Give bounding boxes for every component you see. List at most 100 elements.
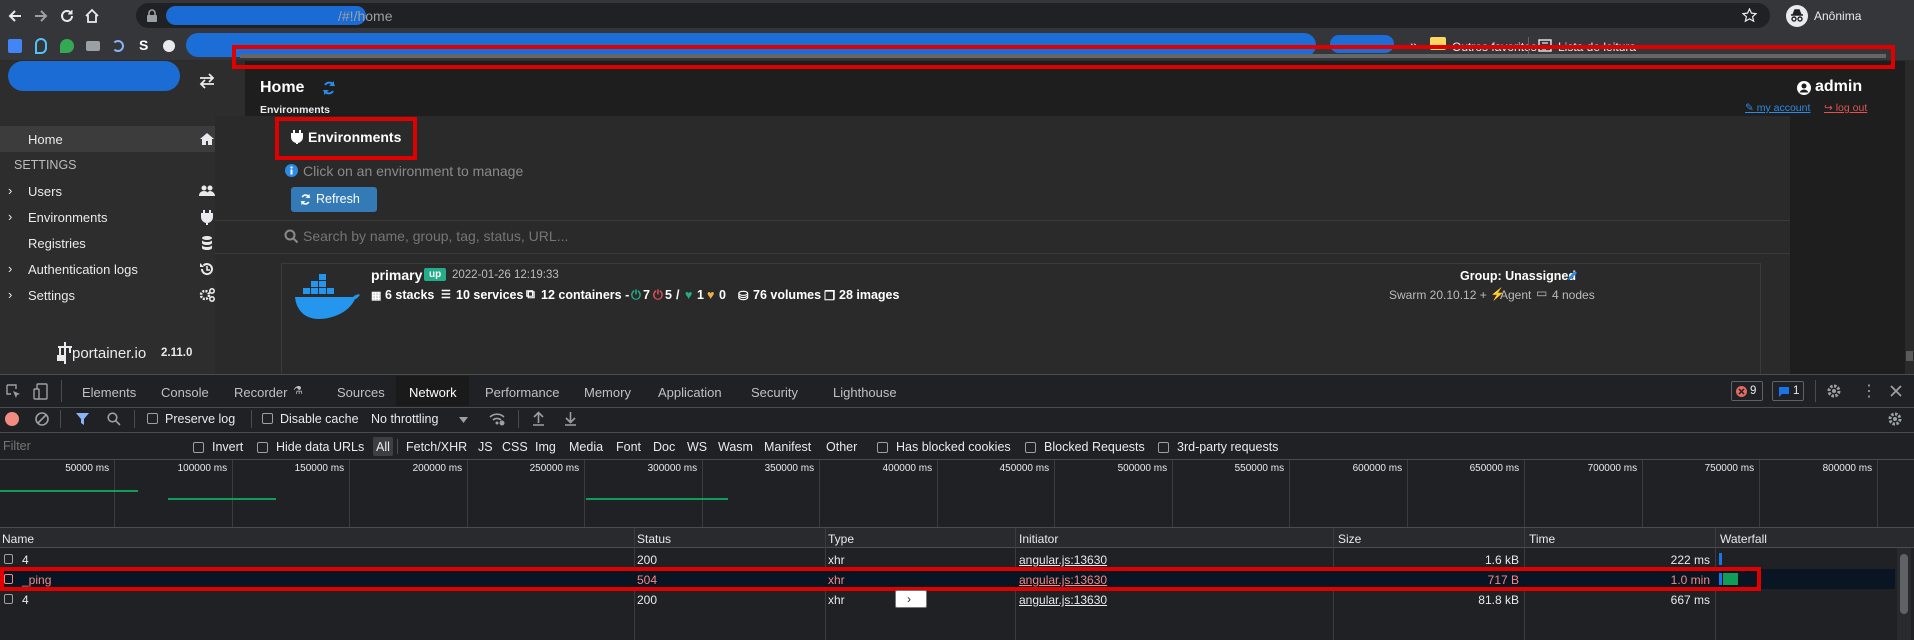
table-row[interactable]: 4 200 xhr › angular.js:13630 81.8 kB 667… — [0, 589, 1895, 609]
chevron-right-icon: › — [8, 183, 13, 198]
divider — [61, 380, 62, 402]
tab-sources[interactable]: Sources — [337, 385, 385, 400]
column-initiator[interactable]: Initiator — [1019, 532, 1058, 546]
bookmark-favicon[interactable] — [86, 41, 100, 51]
inspect-element-icon[interactable] — [6, 384, 21, 399]
address-bar[interactable]: /#!/home — [136, 3, 1770, 28]
sidebar-item-users[interactable]: › Users — [0, 178, 245, 204]
incognito-profile[interactable]: Anônima — [1786, 4, 1910, 28]
import-har-icon[interactable] — [532, 411, 545, 426]
blocked-requests-checkbox[interactable] — [1025, 442, 1036, 453]
error-counter[interactable]: 9 — [1731, 381, 1763, 401]
profile-label: Anônima — [1814, 9, 1862, 23]
page-scrollbar[interactable] — [1905, 61, 1914, 374]
export-har-icon[interactable] — [564, 411, 577, 426]
environment-item[interactable]: primary up 2022-01-26 12:19:33 Group: Un… — [281, 263, 1761, 374]
s-favicon[interactable]: S — [139, 37, 148, 53]
invert-checkbox[interactable] — [193, 442, 204, 453]
forward-button[interactable] — [29, 4, 53, 28]
clear-icon[interactable] — [35, 412, 49, 426]
filter-type-wasm[interactable]: Wasm — [718, 440, 753, 454]
settings-gear-icon[interactable] — [1826, 383, 1842, 399]
network-conditions-icon[interactable] — [488, 411, 506, 426]
sidebar-item-authentication-logs[interactable]: › Authentication logs — [0, 256, 245, 282]
maps-favicon[interactable] — [60, 39, 74, 53]
tab-recorder[interactable]: Recorder — [234, 385, 287, 400]
filter-type-css[interactable]: CSS — [502, 440, 528, 454]
column-type[interactable]: Type — [828, 532, 854, 546]
filter-type-manifest[interactable]: Manifest — [764, 440, 811, 454]
tab-network[interactable]: Network — [396, 376, 469, 406]
column-name[interactable]: Name — [2, 532, 34, 546]
row-initiator[interactable]: angular.js:13630 — [1019, 553, 1107, 567]
bookmark-favicon[interactable] — [8, 39, 22, 53]
device-toolbar-icon[interactable] — [33, 383, 48, 400]
running-count: 7 — [643, 288, 650, 302]
message-counter[interactable]: 1 — [1772, 381, 1804, 401]
sidebar-item-environments[interactable]: › Environments — [0, 204, 245, 230]
refresh-button[interactable]: Refresh — [291, 187, 377, 212]
sidebar-item-registries[interactable]: Registries — [0, 230, 245, 256]
disable-cache-checkbox[interactable] — [262, 413, 273, 424]
filter-type-media[interactable]: Media — [569, 440, 603, 454]
tab-memory[interactable]: Memory — [584, 385, 631, 400]
home-button[interactable] — [80, 4, 104, 28]
filter-type-other[interactable]: Other — [826, 440, 857, 454]
back-button[interactable] — [3, 4, 27, 28]
timeline-overview[interactable]: 50000 ms 100000 ms 150000 ms 200000 ms 25000… — [0, 460, 1914, 527]
column-time[interactable]: Time — [1529, 532, 1555, 546]
timeline-gridline — [1642, 460, 1643, 527]
filter-type-ws[interactable]: WS — [687, 440, 707, 454]
audio-favicon[interactable] — [112, 40, 124, 52]
tab-elements[interactable]: Elements — [82, 385, 136, 400]
logout-link[interactable]: ↪ log out — [1824, 102, 1867, 114]
chevron-right-icon: › — [8, 261, 13, 276]
column-size[interactable]: Size — [1338, 532, 1361, 546]
sidebar-item-settings[interactable]: › Settings — [0, 282, 245, 308]
message-icon — [1779, 387, 1789, 397]
refresh-icon[interactable] — [321, 80, 337, 96]
filter-input[interactable] — [0, 435, 183, 457]
search-input[interactable] — [303, 225, 1703, 247]
column-status[interactable]: Status — [637, 532, 671, 546]
filter-type-js[interactable]: JS — [478, 440, 493, 454]
location-favicon[interactable] — [35, 38, 47, 54]
reload-button[interactable] — [55, 4, 79, 28]
filter-type-img[interactable]: Img — [535, 440, 556, 454]
record-button[interactable] — [5, 412, 19, 426]
filter-icon[interactable] — [75, 412, 90, 426]
forward-arrow-icon — [35, 10, 48, 22]
tab-lighthouse[interactable]: Lighthouse — [833, 385, 897, 400]
filter-type-doc[interactable]: Doc — [653, 440, 675, 454]
filter-type-font[interactable]: Font — [616, 440, 641, 454]
preserve-log-checkbox[interactable] — [147, 413, 158, 424]
stopped-count: 5 — [665, 288, 672, 302]
tab-console[interactable]: Console — [161, 385, 209, 400]
tab-application[interactable]: Application — [658, 385, 722, 400]
my-account-link[interactable]: ✎ my account — [1745, 102, 1810, 114]
column-waterfall[interactable]: Waterfall — [1720, 532, 1767, 546]
tab-performance[interactable]: Performance — [485, 385, 559, 400]
has-blocked-cookies-checkbox[interactable] — [877, 442, 888, 453]
throttling-select[interactable]: No throttling — [371, 412, 438, 426]
table-scrollbar[interactable] — [1897, 548, 1911, 640]
apple-favicon[interactable] — [163, 40, 175, 52]
third-party-checkbox[interactable] — [1158, 442, 1169, 453]
error-count: 9 — [1750, 385, 1757, 397]
network-settings-icon[interactable] — [1887, 411, 1903, 427]
hide-data-urls-checkbox[interactable] — [257, 442, 268, 453]
close-icon[interactable] — [1890, 385, 1902, 397]
toggle-sidebar-icon[interactable] — [198, 73, 216, 89]
filter-type-fetch-xhr[interactable]: Fetch/XHR — [406, 440, 467, 454]
row-initiator[interactable]: angular.js:13630 — [1019, 593, 1107, 607]
table-row[interactable]: 4 200 xhr angular.js:13630 1.6 kB 222 ms — [0, 549, 1895, 569]
more-options-icon[interactable]: ⋮ — [1861, 381, 1877, 401]
scrollbar-thumb[interactable] — [1900, 554, 1908, 614]
edit-icon[interactable] — [1566, 269, 1579, 282]
sidebar-item-home[interactable]: Home — [0, 126, 245, 152]
tab-security[interactable]: Security — [751, 385, 798, 400]
filter-type-all[interactable]: All — [373, 437, 393, 456]
search-icon[interactable] — [107, 412, 121, 426]
timeline-tick-label: 550000 ms — [1234, 463, 1285, 474]
scrollbar-thumb[interactable] — [1906, 351, 1913, 361]
